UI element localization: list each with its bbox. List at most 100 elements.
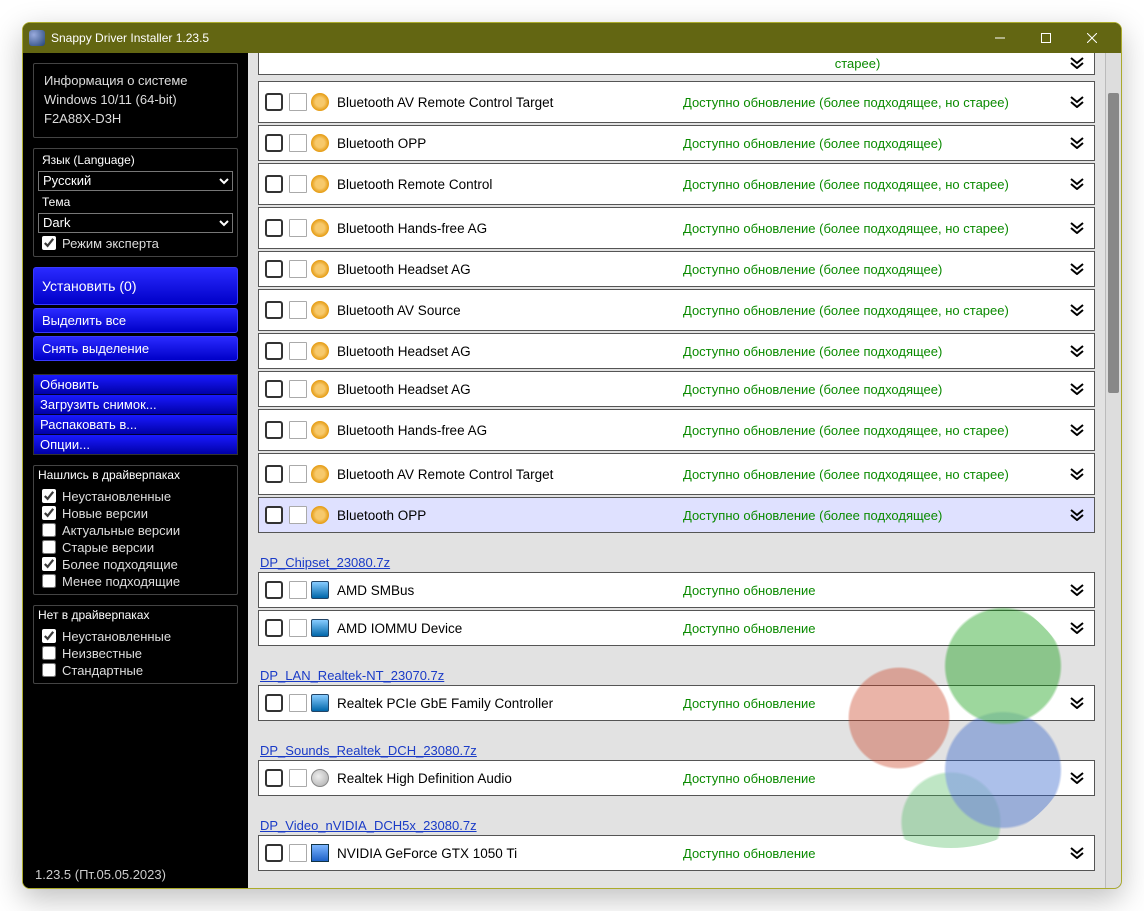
chevron-down-icon (1068, 381, 1086, 398)
driver-checkbox[interactable] (265, 380, 283, 398)
expand-button[interactable] (1060, 343, 1086, 360)
inf-icon (289, 769, 307, 787)
scrollbar-thumb[interactable] (1108, 93, 1119, 393)
driver-row[interactable]: Bluetooth Hands-free AGДоступно обновлен… (258, 409, 1095, 451)
driver-checkbox[interactable] (265, 506, 283, 524)
driver-row[interactable]: AMD SMBusДоступно обновление (258, 572, 1095, 608)
close-button[interactable] (1069, 23, 1115, 53)
filter-checkbox[interactable] (42, 574, 56, 588)
filter-found-item-3[interactable]: Старые версии (38, 539, 233, 556)
filter-checkbox[interactable] (42, 540, 56, 554)
expand-button[interactable] (1060, 770, 1086, 787)
filter-checkbox[interactable] (42, 629, 56, 643)
theme-select[interactable]: Dark (38, 213, 233, 233)
driver-row[interactable]: Bluetooth OPPДоступно обновление (более … (258, 125, 1095, 161)
filter-missing-item-1[interactable]: Неизвестные (38, 645, 233, 662)
expert-mode-checkbox[interactable]: Режим эксперта (38, 235, 233, 252)
filter-found-item-0[interactable]: Неустановленные (38, 488, 233, 505)
expand-button[interactable] (1060, 695, 1086, 712)
driver-name: AMD IOMMU Device (333, 621, 683, 636)
filter-checkbox[interactable] (42, 523, 56, 537)
driver-status: Доступно обновление (683, 583, 1060, 598)
driver-checkbox[interactable] (265, 342, 283, 360)
expand-button[interactable] (1060, 466, 1086, 483)
driver-checkbox[interactable] (265, 301, 283, 319)
driver-checkbox[interactable] (265, 769, 283, 787)
driver-checkbox[interactable] (265, 581, 283, 599)
filter-found-item-2[interactable]: Актуальные версии (38, 522, 233, 539)
driver-name: Bluetooth Remote Control (333, 177, 683, 192)
driver-row[interactable]: AMD IOMMU DeviceДоступно обновление (258, 610, 1095, 646)
driver-checkbox[interactable] (265, 421, 283, 439)
filter-found-item-4[interactable]: Более подходящие (38, 556, 233, 573)
driver-row[interactable]: Bluetooth OPPДоступно обновление (более … (258, 497, 1095, 533)
driver-checkbox[interactable] (265, 134, 283, 152)
expand-button[interactable] (1060, 507, 1086, 524)
filter-missing-item-0[interactable]: Неустановленные (38, 628, 233, 645)
refresh-button[interactable]: Обновить (34, 375, 237, 395)
expert-mode-input[interactable] (42, 236, 56, 250)
filter-checkbox[interactable] (42, 489, 56, 503)
filter-checkbox[interactable] (42, 663, 56, 677)
driver-checkbox[interactable] (265, 260, 283, 278)
load-snapshot-button[interactable]: Загрузить снимок... (34, 395, 237, 415)
deselect-all-button[interactable]: Снять выделение (33, 336, 238, 361)
driver-row[interactable]: Realtek PCIe GbE Family ControllerДоступ… (258, 685, 1095, 721)
expand-button[interactable] (1060, 176, 1086, 193)
scrollbar[interactable] (1105, 53, 1121, 888)
driver-checkbox[interactable] (265, 93, 283, 111)
driverpack-title[interactable]: DP_Sounds_Realtek_DCH_23080.7z (258, 741, 1095, 760)
filters-found-panel: Нашлись в драйверпаках НеустановленныеНо… (33, 465, 238, 595)
expand-button[interactable] (1060, 302, 1086, 319)
expand-button[interactable] (1060, 135, 1086, 152)
language-select[interactable]: Русский (38, 171, 233, 191)
expand-button[interactable] (1060, 582, 1086, 599)
titlebar[interactable]: Snappy Driver Installer 1.23.5 (23, 23, 1121, 53)
expand-button[interactable] (1060, 220, 1086, 237)
driver-row-partial[interactable]: старее) (258, 53, 1095, 75)
expand-button[interactable] (1060, 381, 1086, 398)
driver-row[interactable]: Bluetooth Headset AGДоступно обновление … (258, 371, 1095, 407)
chevron-down-icon (1068, 55, 1086, 72)
driver-checkbox[interactable] (265, 219, 283, 237)
expand-button[interactable] (1060, 94, 1086, 111)
driver-checkbox[interactable] (265, 465, 283, 483)
expand-button[interactable] (1060, 422, 1086, 439)
driver-row[interactable]: Bluetooth Headset AGДоступно обновление … (258, 251, 1095, 287)
filter-found-item-1[interactable]: Новые версии (38, 505, 233, 522)
expand-button[interactable] (1060, 845, 1086, 862)
filter-checkbox[interactable] (42, 646, 56, 660)
expand-button[interactable] (1060, 620, 1086, 637)
options-button[interactable]: Опции... (34, 435, 237, 454)
driver-row[interactable]: Bluetooth AV Remote Control TargetДоступ… (258, 81, 1095, 123)
extract-button[interactable]: Распаковать в... (34, 415, 237, 435)
driverpack-title[interactable]: DP_Chipset_23080.7z (258, 553, 1095, 572)
driver-checkbox[interactable] (265, 694, 283, 712)
minimize-button[interactable] (977, 23, 1023, 53)
filter-found-item-5[interactable]: Менее подходящие (38, 573, 233, 590)
driverpack-title[interactable]: DP_Video_nVIDIA_DCH5x_23080.7z (258, 816, 1095, 835)
filter-missing-item-2[interactable]: Стандартные (38, 662, 233, 679)
expand-button[interactable] (1060, 261, 1086, 278)
driver-row[interactable]: NVIDIA GeForce GTX 1050 TiДоступно обнов… (258, 835, 1095, 871)
driverpack-title[interactable]: DP_LAN_Realtek-NT_23070.7z (258, 666, 1095, 685)
filter-checkbox[interactable] (42, 506, 56, 520)
driver-row[interactable]: Bluetooth Hands-free AGДоступно обновлен… (258, 207, 1095, 249)
driver-row[interactable]: Bluetooth Remote ControlДоступно обновле… (258, 163, 1095, 205)
chevron-down-icon (1068, 302, 1086, 319)
maximize-button[interactable] (1023, 23, 1069, 53)
driver-checkbox[interactable] (265, 175, 283, 193)
select-all-button[interactable]: Выделить все (33, 308, 238, 333)
inf-icon (289, 93, 307, 111)
driver-row[interactable]: Bluetooth Headset AGДоступно обновление … (258, 333, 1095, 369)
driver-row[interactable]: Bluetooth AV Remote Control TargetДоступ… (258, 453, 1095, 495)
driver-row[interactable]: Bluetooth AV SourceДоступно обновление (… (258, 289, 1095, 331)
expand-button[interactable] (1060, 55, 1086, 72)
install-button[interactable]: Установить (0) (33, 267, 238, 305)
driver-checkbox[interactable] (265, 844, 283, 862)
filter-label: Менее подходящие (62, 574, 180, 589)
filter-label: Актуальные версии (62, 523, 180, 538)
filter-checkbox[interactable] (42, 557, 56, 571)
driver-checkbox[interactable] (265, 619, 283, 637)
driver-row[interactable]: Realtek High Definition AudioДоступно об… (258, 760, 1095, 796)
